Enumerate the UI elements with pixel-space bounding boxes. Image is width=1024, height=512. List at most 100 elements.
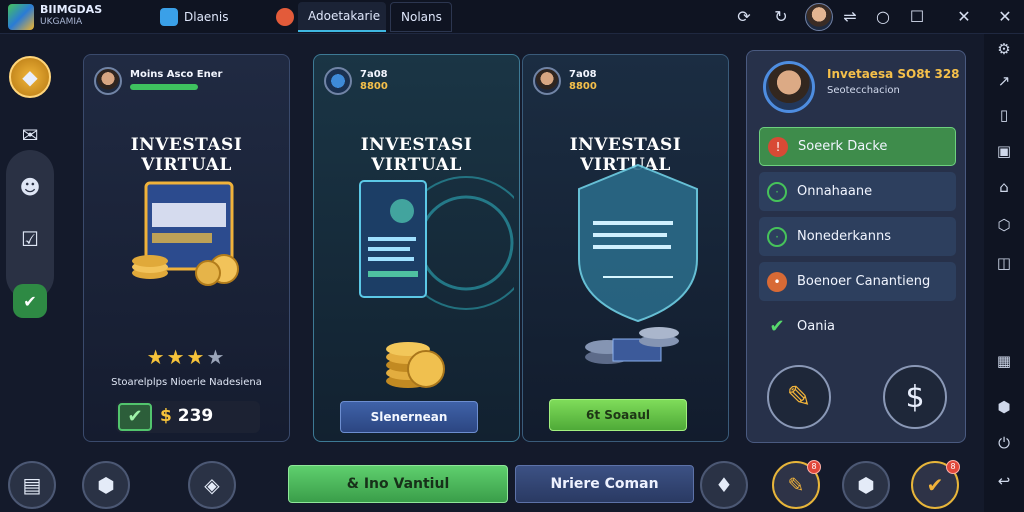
card-head-line2: 8800	[360, 81, 388, 92]
card-head-line1: 7a08	[569, 69, 597, 80]
top-bar: BIIMGDAS UKGAMIA Dlaenis Adoetakarie Nol…	[0, 0, 1024, 34]
check-badge-button[interactable]: ✔ 8	[911, 460, 960, 509]
panel-item-5[interactable]: ✔ Oania	[759, 307, 956, 346]
notification-badge: 8	[807, 460, 821, 474]
user-profile-icon[interactable]: ☻	[9, 166, 51, 208]
price-row[interactable]: ✔ $ 239	[116, 401, 260, 433]
logo-line-2: UKGAMIA	[40, 17, 83, 27]
edit-icon: ✎	[787, 473, 805, 497]
card-head-name: Moins Asco Ener	[130, 69, 223, 80]
tab-adoetakarie[interactable]: Adoetakarie	[298, 2, 386, 32]
status-icon: ·	[767, 226, 787, 247]
refresh-icon[interactable]: ⟳	[733, 6, 755, 28]
back-icon[interactable]: ↩	[993, 470, 1015, 492]
warning-icon: •	[767, 271, 787, 292]
card-header: Moins Asco Ener	[130, 69, 222, 90]
diamond-button[interactable]: ♦	[700, 461, 748, 509]
settings-icon[interactable]: ⚙	[993, 38, 1015, 60]
notification-badge: 8	[946, 460, 960, 474]
check-icon: ✔	[769, 316, 785, 337]
panel-item-4[interactable]: • Boenoer Canantieng	[759, 262, 956, 301]
panel-item-label: Nonederkanns	[797, 229, 892, 244]
tab-nolans[interactable]: Nolans	[390, 2, 452, 32]
panel-item-3[interactable]: · Nonederkanns	[759, 217, 956, 256]
tab-2-label: Adoetakarie	[308, 9, 381, 23]
card-2-action-button[interactable]: Slenernean	[340, 401, 478, 433]
primary-action-button[interactable]: & Ino Vantiul	[288, 465, 508, 503]
tab-1[interactable]: Dlaenis	[150, 2, 239, 32]
money-box-illustration	[132, 181, 239, 286]
price-amount: 239	[177, 406, 214, 426]
dollar-icon[interactable]: $	[883, 365, 947, 429]
shield-icon: ⬢	[97, 473, 115, 497]
panel-item-2[interactable]: · Onnahaane	[759, 172, 956, 211]
window-icon[interactable]: ◫	[993, 252, 1015, 274]
card-3-action-button[interactable]: 6t Soaaul	[549, 399, 687, 431]
star-icon: ★	[186, 345, 207, 369]
card-title: INVESTASI VIRTUAL	[130, 135, 243, 175]
layers-button[interactable]: ◈	[188, 461, 236, 509]
panel-item-label: Oania	[797, 319, 836, 334]
price-symbol: $	[160, 406, 172, 426]
edit-icon[interactable]: ✎	[767, 365, 831, 429]
card-title: INVESTASI VIRTUAL	[360, 135, 473, 175]
sync-icon[interactable]: ↻	[770, 6, 792, 28]
card-head-line1: 7a08	[360, 69, 388, 80]
book-icon[interactable]: ▯	[993, 104, 1015, 126]
card-avatar	[533, 67, 561, 95]
star-icon: ★	[206, 345, 227, 369]
side-panel: Invetaesa SO8t 328 Seotecchacion ! Soeer…	[746, 50, 966, 443]
card-head-line2: 8800	[569, 81, 597, 92]
card-header: 7a08 8800	[569, 69, 597, 93]
secondary-action-button[interactable]: Nriere Coman	[515, 465, 694, 503]
status-icon: ·	[767, 181, 787, 202]
tab-1-label: Dlaenis	[184, 10, 229, 24]
screen-icon[interactable]: ▣	[993, 140, 1015, 162]
investment-card-3[interactable]: 7a08 8800 INVESTASI VIRTUAL 6t Soaaul	[522, 54, 729, 442]
grid-icon[interactable]: ▦	[993, 350, 1015, 372]
diamond-icon: ♦	[715, 473, 733, 497]
card-header: 7a08 8800	[360, 69, 388, 93]
home-hexagon-icon[interactable]: ◆	[9, 56, 51, 98]
lock-button[interactable]: ⬢	[842, 461, 890, 509]
document-button[interactable]: ▤	[8, 461, 56, 509]
star-icon: ★	[166, 345, 187, 369]
app-logo-text: BIIMGDAS UKGAMIA	[40, 4, 102, 28]
profile-avatar[interactable]	[763, 61, 815, 113]
investment-card-2[interactable]: 7a08 8800 INVESTASI VIRTUAL Slenernean	[313, 54, 520, 442]
document-icon: ▤	[22, 473, 42, 497]
chart-icon[interactable]: ↗	[993, 70, 1015, 92]
layers-icon: ◈	[204, 473, 220, 497]
left-rail: ◆ ✉ ☻ ☑ ✔	[0, 34, 60, 512]
check-icon: ✔	[926, 473, 944, 497]
share-icon[interactable]: ⇌	[839, 6, 861, 28]
price-value: $ 239	[160, 406, 213, 426]
close-window-icon[interactable]: ✕	[994, 6, 1016, 28]
tablet-coins-illustration	[359, 176, 514, 388]
power-icon[interactable]: ⏻	[993, 432, 1015, 454]
shield-button[interactable]: ⬢	[82, 461, 130, 509]
app-logo-icon	[8, 4, 34, 30]
home-icon[interactable]: ⌂	[993, 176, 1015, 198]
maximize-icon[interactable]: ☐	[906, 6, 928, 28]
close-icon[interactable]: ✕	[953, 6, 975, 28]
investment-card-1[interactable]: Moins Asco Ener INVESTASI VIRTUAL ★★★★ S…	[83, 54, 290, 442]
card-avatar	[94, 67, 122, 95]
panel-item-1[interactable]: ! Soeerk Dacke	[759, 127, 956, 166]
star-icon: ★	[146, 345, 167, 369]
shield-coins-illustration	[578, 163, 698, 364]
tab-3-label: Nolans	[401, 10, 442, 24]
logo-line-1: BIIMGDAS	[40, 3, 103, 16]
circle-icon[interactable]: ○	[872, 6, 894, 28]
user-avatar[interactable]	[805, 3, 833, 31]
check-icon[interactable]: ✔	[118, 403, 152, 431]
edit-badge-button[interactable]: ✎ 8	[772, 460, 821, 509]
globe-icon	[324, 67, 352, 95]
mail-icon[interactable]: ✉	[9, 114, 51, 156]
checklist-icon[interactable]: ☑	[9, 218, 51, 260]
hexagon-icon[interactable]: ⬡	[993, 214, 1015, 236]
shield-icon[interactable]: ⬢	[993, 396, 1015, 418]
task-check-icon[interactable]: ✔	[13, 284, 47, 318]
app-tab-icon	[160, 8, 178, 26]
rating-stars: ★★★★	[84, 345, 289, 369]
